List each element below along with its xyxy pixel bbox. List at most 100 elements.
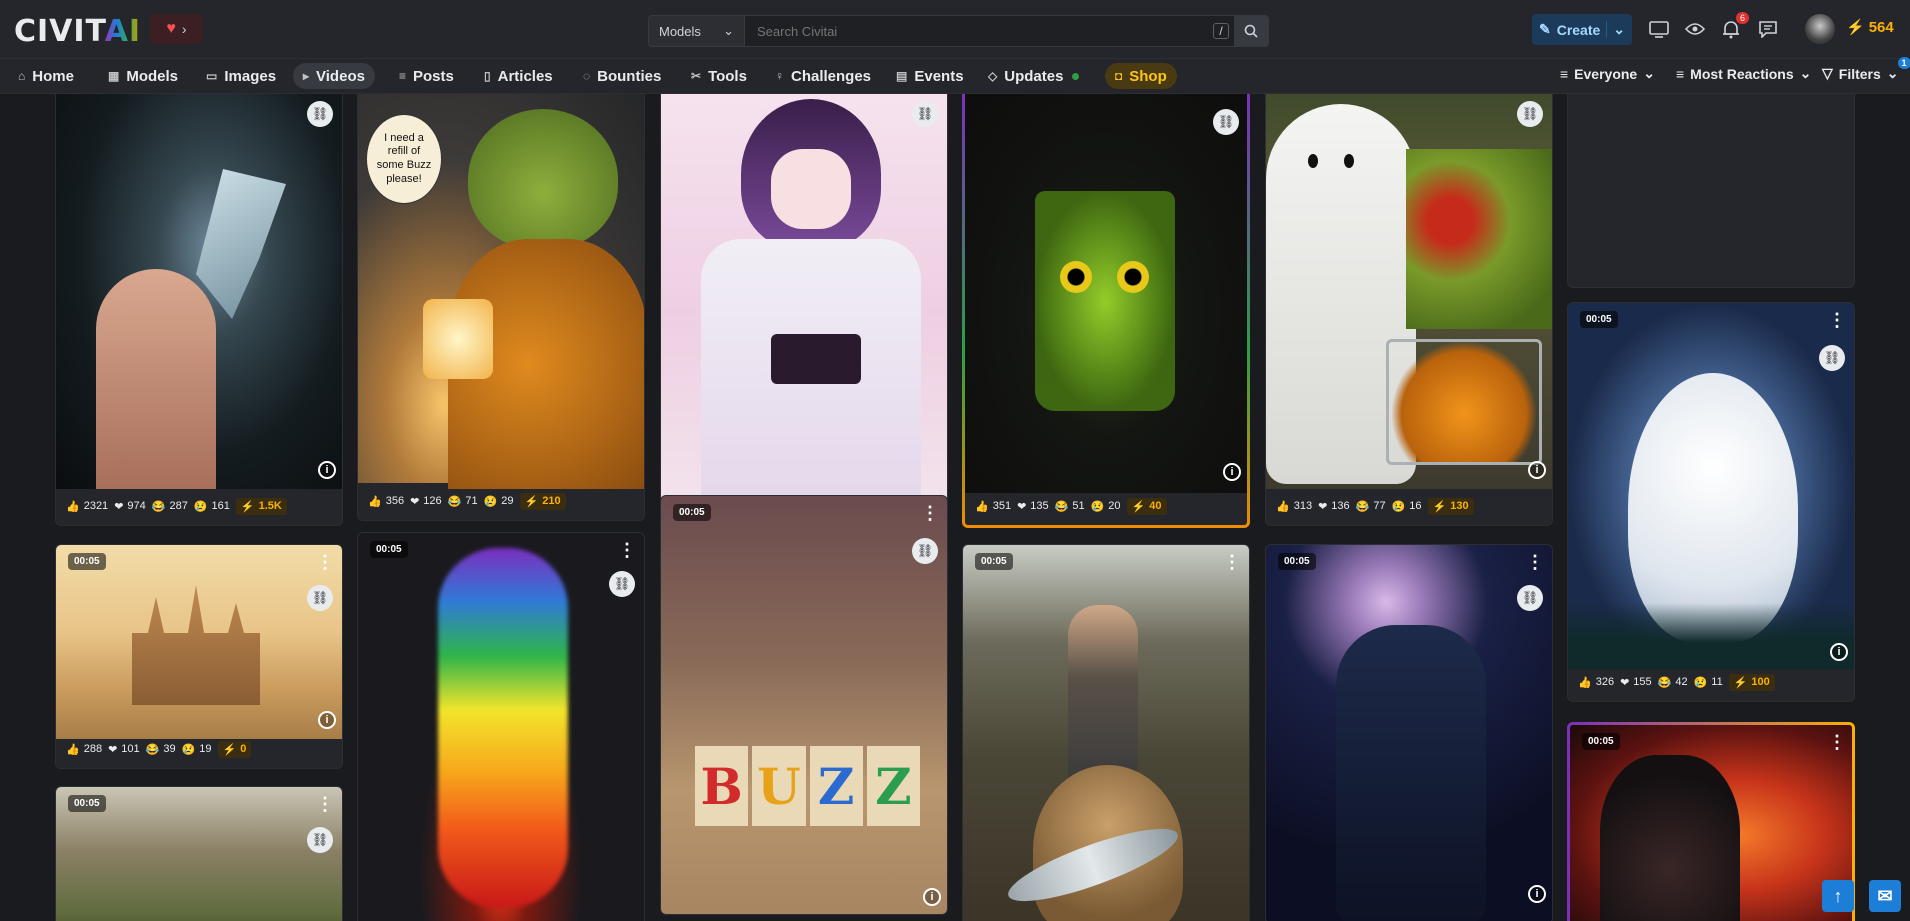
support-button[interactable]: ♥ › <box>150 14 203 44</box>
like-reaction[interactable]: 👍 326 <box>1578 676 1614 689</box>
more-menu-icon[interactable]: ⋮ <box>1223 553 1241 571</box>
nav-images[interactable]: ▭ Images <box>196 63 286 89</box>
tip-button[interactable]: ⚡ 100 <box>1728 673 1775 691</box>
card-thumbnail[interactable] <box>965 94 1247 493</box>
video-card[interactable]: ⛓ i 👍 351 ❤ 135 😂 51 😢 20 ⚡ 40 <box>962 94 1250 528</box>
card-thumbnail[interactable] <box>56 94 342 489</box>
filters-button[interactable]: ▽ Filters ⌄ 1 <box>1822 57 1910 82</box>
info-icon[interactable]: i <box>1528 885 1546 903</box>
laugh-reaction[interactable]: 😂 51 <box>1055 500 1085 513</box>
heart-reaction[interactable]: ❤ 101 <box>108 743 140 756</box>
info-icon[interactable]: i <box>318 461 336 479</box>
heart-reaction[interactable]: ❤ 974 <box>114 500 146 513</box>
card-thumbnail[interactable] <box>1570 725 1852 921</box>
more-menu-icon[interactable]: ⋮ <box>1828 311 1846 329</box>
link-icon[interactable]: ⛓ <box>1819 345 1845 371</box>
like-reaction[interactable]: 👍 2321 <box>66 500 108 513</box>
card-thumbnail[interactable] <box>661 94 947 535</box>
audience-filter[interactable]: ≡ Everyone ⌄ <box>1560 65 1655 82</box>
card-thumbnail[interactable] <box>1568 303 1854 669</box>
video-card[interactable]: ⛓ i 👍 313 ❤ 136 😂 77 😢 16 ⚡ 130 <box>1265 94 1553 526</box>
more-menu-icon[interactable]: ⋮ <box>618 541 636 559</box>
cry-reaction[interactable]: 😢 161 <box>194 500 230 513</box>
civitai-logo[interactable]: CIVITAI <box>14 14 141 49</box>
link-icon[interactable]: ⛓ <box>912 101 938 127</box>
video-card[interactable]: B U Z Z 00:05 ⋮ ⛓ i <box>660 495 948 915</box>
link-icon[interactable]: ⛓ <box>307 827 333 853</box>
search-input[interactable] <box>745 16 1208 46</box>
cry-reaction[interactable]: 😢29 <box>484 495 514 508</box>
cry-reaction[interactable]: 😢 16 <box>1392 500 1422 513</box>
sort-filter[interactable]: ≡ Most Reactions ⌄ <box>1676 65 1811 82</box>
like-reaction[interactable]: 👍 351 <box>975 500 1011 513</box>
notifications-button[interactable]: 6 <box>1720 12 1749 40</box>
laugh-reaction[interactable]: 😂 77 <box>1356 500 1386 513</box>
laugh-reaction[interactable]: 😂 42 <box>1658 676 1688 689</box>
search-button[interactable] <box>1234 16 1268 46</box>
card-thumbnail[interactable] <box>56 545 342 739</box>
nav-videos[interactable]: ▸ Videos <box>293 63 375 89</box>
nav-shop[interactable]: ◘ Shop <box>1105 63 1177 89</box>
video-card[interactable]: 00:05 ⋮ ⛓ <box>55 786 343 921</box>
video-card[interactable]: 00:05 ⋮ ⛓ i 👍 326 ❤ 155 😂 42 😢 11 ⚡ 100 <box>1567 302 1855 702</box>
tip-button[interactable]: ⚡ 40 <box>1126 497 1167 515</box>
scroll-to-top-button[interactable]: ↑ <box>1822 880 1854 912</box>
avatar[interactable] <box>1805 14 1835 44</box>
info-icon[interactable]: i <box>318 711 336 729</box>
buzz-balance[interactable]: ⚡ 564 <box>1846 18 1894 37</box>
card-thumbnail[interactable] <box>963 545 1249 921</box>
search-type-select[interactable]: Models ⌄ <box>649 16 745 46</box>
video-card[interactable]: I need a refill of some Buzz please! 👍 35… <box>357 94 645 521</box>
like-reaction[interactable]: 👍 288 <box>66 743 102 756</box>
nav-updates[interactable]: ◇ Updates <box>978 63 1089 89</box>
link-icon[interactable]: ⛓ <box>1213 109 1239 135</box>
heart-reaction[interactable]: ❤ 136 <box>1318 500 1350 513</box>
tip-button[interactable]: ⚡ 1.5K <box>235 497 287 515</box>
nav-challenges[interactable]: ♀ Challenges <box>765 63 881 89</box>
create-button[interactable]: ✎ Create ⌄ <box>1532 14 1632 45</box>
card-thumbnail[interactable] <box>1266 545 1552 921</box>
card-thumbnail[interactable] <box>1266 94 1552 489</box>
nav-tools[interactable]: ✂ Tools <box>681 63 757 89</box>
nav-home[interactable]: ⌂ Home <box>8 63 84 89</box>
cry-reaction[interactable]: 😢 11 <box>1694 676 1723 689</box>
nav-bounties[interactable]: ◌ Bounties <box>573 63 671 89</box>
card-thumbnail[interactable]: I need a refill of some Buzz please! <box>358 94 644 489</box>
nav-articles[interactable]: ▯ Articles <box>474 63 563 89</box>
more-menu-icon[interactable]: ⋮ <box>1526 553 1544 571</box>
nav-posts[interactable]: ≡ Posts <box>389 63 464 89</box>
upload-icon[interactable] <box>1648 18 1670 40</box>
info-icon[interactable]: i <box>1528 461 1546 479</box>
card-thumbnail[interactable] <box>358 533 644 921</box>
heart-reaction[interactable]: ❤ 155 <box>1620 676 1652 689</box>
chat-support-button[interactable]: ✉ <box>1869 880 1901 912</box>
more-menu-icon[interactable]: ⋮ <box>316 553 334 571</box>
link-icon[interactable]: ⛓ <box>609 571 635 597</box>
link-icon[interactable]: ⛓ <box>1517 585 1543 611</box>
link-icon[interactable]: ⛓ <box>1517 101 1543 127</box>
tip-button[interactable]: ⚡ 0 <box>217 740 252 758</box>
chat-icon[interactable] <box>1757 18 1779 40</box>
video-card[interactable]: 00:05 ⋮ <box>1567 722 1855 921</box>
video-card[interactable]: 00:05 ⋮ ⛓ i 👍 288 ❤ 101 😂 39 😢 19 ⚡ 0 <box>55 544 343 769</box>
heart-reaction[interactable]: ❤ 126 <box>410 495 442 508</box>
tip-button[interactable]: ⚡ 130 <box>1427 497 1474 515</box>
info-icon[interactable]: i <box>1223 463 1241 481</box>
more-menu-icon[interactable]: ⋮ <box>921 504 939 522</box>
tip-button[interactable]: ⚡ 210 <box>519 492 566 510</box>
card-thumbnail[interactable]: B U Z Z <box>661 496 947 914</box>
like-reaction[interactable]: 👍 356 <box>368 495 404 508</box>
link-icon[interactable]: ⛓ <box>912 538 938 564</box>
nav-models[interactable]: ▦ Models <box>98 63 188 89</box>
cry-reaction[interactable]: 😢 20 <box>1091 500 1121 513</box>
more-menu-icon[interactable]: ⋮ <box>1828 733 1846 751</box>
eye-icon[interactable] <box>1684 18 1706 40</box>
nav-events[interactable]: ▤ Events <box>886 63 974 89</box>
link-icon[interactable]: ⛓ <box>307 101 333 127</box>
more-menu-icon[interactable]: ⋮ <box>316 795 334 813</box>
video-card[interactable]: 00:05 ⋮ ⛓ i <box>1265 544 1553 921</box>
laugh-reaction[interactable]: 😂 71 <box>448 495 478 508</box>
info-icon[interactable]: i <box>923 888 941 906</box>
laugh-reaction[interactable]: 😂 39 <box>146 743 176 756</box>
laugh-reaction[interactable]: 😂 287 <box>152 500 188 513</box>
